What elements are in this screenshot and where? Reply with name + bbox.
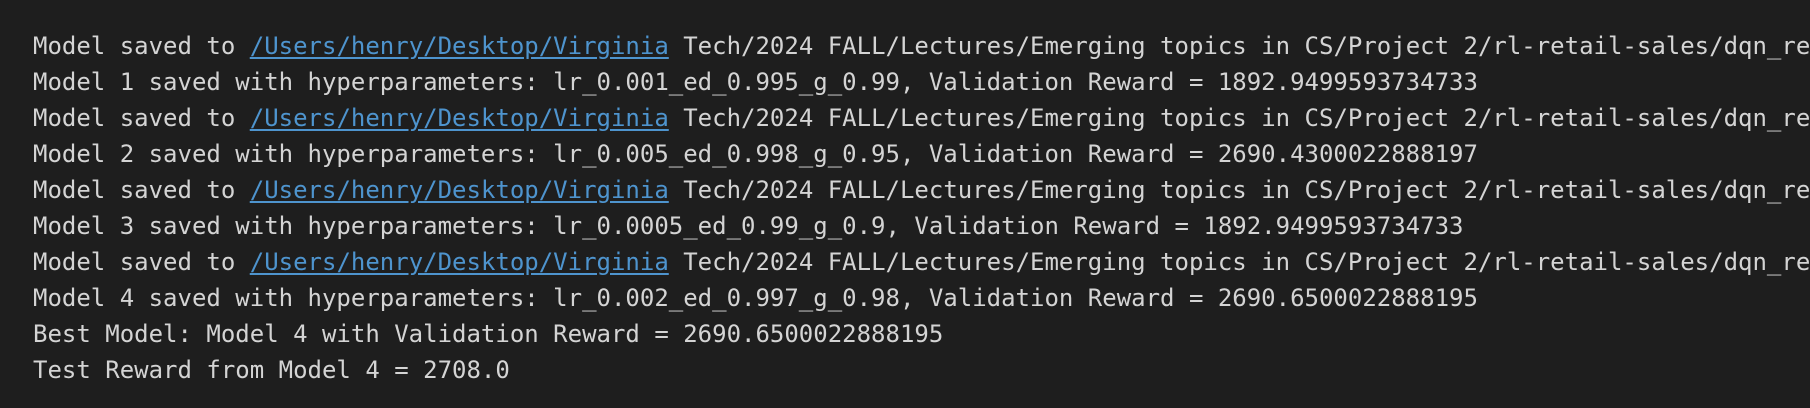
output-text: Model 1 saved with hyperparameters: lr_0… — [33, 68, 1478, 96]
output-line-model-2: Model 2 saved with hyperparameters: lr_0… — [33, 136, 1810, 172]
output-line-model-3: Model 3 saved with hyperparameters: lr_0… — [33, 208, 1810, 244]
output-text: Model 4 saved with hyperparameters: lr_0… — [33, 284, 1478, 312]
terminal-output[interactable]: Model saved to /Users/henry/Desktop/Virg… — [0, 0, 1810, 408]
file-path-link[interactable]: /Users/henry/Desktop/Virginia — [250, 32, 669, 60]
output-line-model-4: Model 4 saved with hyperparameters: lr_0… — [33, 280, 1810, 316]
output-line-best-model: Best Model: Model 4 with Validation Rewa… — [33, 316, 1810, 352]
output-text: Test Reward from Model 4 = 2708.0 — [33, 356, 510, 384]
file-path-link[interactable]: /Users/henry/Desktop/Virginia — [250, 104, 669, 132]
output-text: Tech/2024 FALL/Lectures/Emerging topics … — [668, 176, 1810, 204]
file-path-link[interactable]: /Users/henry/Desktop/Virginia — [250, 248, 669, 276]
output-text: Tech/2024 FALL/Lectures/Emerging topics … — [668, 32, 1810, 60]
output-text: Model saved to — [33, 248, 250, 276]
output-text: Best Model: Model 4 with Validation Rewa… — [33, 320, 944, 348]
output-line-model-saved: Model saved to /Users/henry/Desktop/Virg… — [33, 172, 1810, 208]
output-line-model-1: Model 1 saved with hyperparameters: lr_0… — [33, 64, 1810, 100]
output-line-model-saved: Model saved to /Users/henry/Desktop/Virg… — [33, 244, 1810, 280]
output-line-model-saved: Model saved to /Users/henry/Desktop/Virg… — [33, 100, 1810, 136]
output-text: Model saved to — [33, 104, 250, 132]
output-line-model-saved: Model saved to /Users/henry/Desktop/Virg… — [33, 28, 1810, 64]
file-path-link[interactable]: /Users/henry/Desktop/Virginia — [250, 176, 669, 204]
output-text: Model 2 saved with hyperparameters: lr_0… — [33, 140, 1478, 168]
output-text: Model 3 saved with hyperparameters: lr_0… — [33, 212, 1464, 240]
output-line-test-reward: Test Reward from Model 4 = 2708.0 — [33, 352, 1810, 388]
output-text: Model saved to — [33, 176, 250, 204]
output-text: Tech/2024 FALL/Lectures/Emerging topics … — [668, 104, 1810, 132]
output-text: Tech/2024 FALL/Lectures/Emerging topics … — [668, 248, 1810, 276]
output-text: Model saved to — [33, 32, 250, 60]
